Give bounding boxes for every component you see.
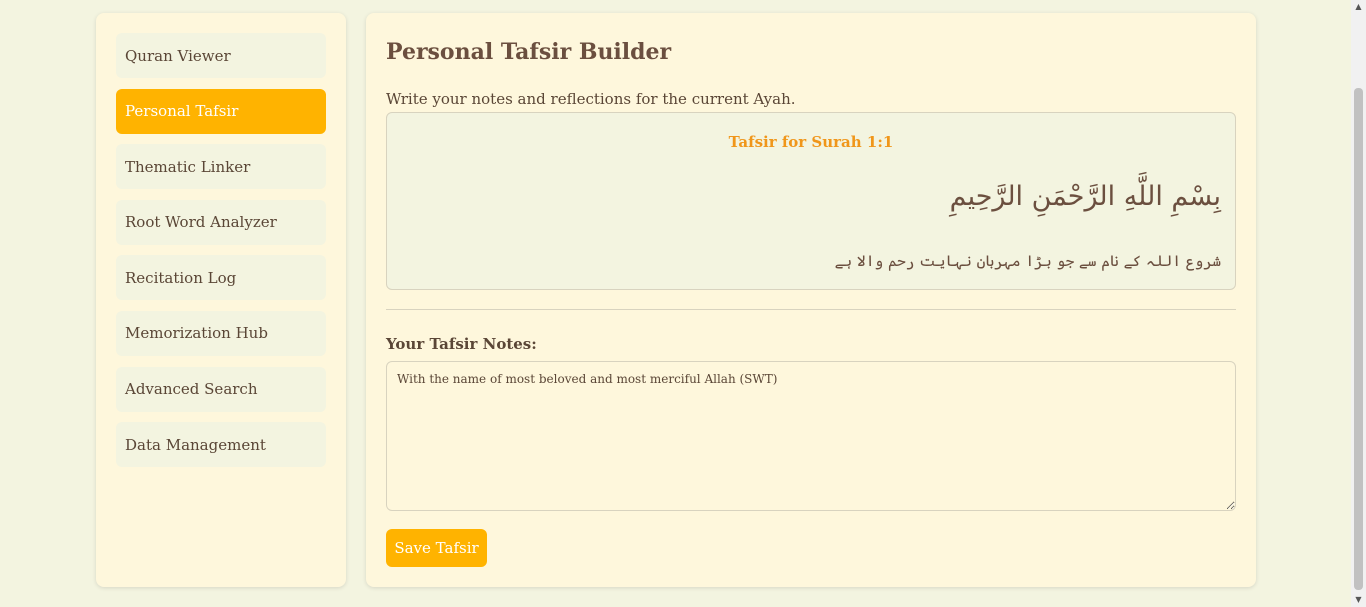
page-title: Personal Tafsir Builder	[386, 39, 672, 65]
sidebar-item-advanced-search[interactable]: Advanced Search	[116, 366, 326, 412]
notes-label: Your Tafsir Notes:	[386, 335, 537, 353]
scrollbar-thumb[interactable]	[1354, 88, 1363, 590]
scroll-down-arrow-icon[interactable]: ▼	[1351, 593, 1366, 607]
sidebar-item-recitation-log[interactable]: Recitation Log	[116, 255, 326, 301]
tafsir-notes-textarea[interactable]: With the name of most beloved and most m…	[386, 361, 1236, 511]
sidebar-item-data-management[interactable]: Data Management	[116, 422, 326, 468]
urdu-translation-text: شروع اللہ کے نام سے جو بڑا مہربان نہایت …	[834, 252, 1221, 270]
page-scrollbar[interactable]: ▲ ▼	[1351, 0, 1366, 607]
sidebar-item-thematic-linker[interactable]: Thematic Linker	[116, 144, 326, 190]
sidebar-item-memorization-hub[interactable]: Memorization Hub	[116, 310, 326, 356]
ayah-box: Tafsir for Surah 1:1 بِسْمِ اللَّهِ الرَ…	[386, 112, 1236, 290]
sidebar: Quran Viewer Personal Tafsir Thematic Li…	[96, 13, 346, 587]
main-panel: Personal Tafsir Builder Write your notes…	[366, 13, 1256, 587]
arabic-ayah-text: بِسْمِ اللَّهِ الرَّحْمَنِ الرَّحِيمِ	[949, 181, 1221, 212]
sidebar-item-root-word-analyzer[interactable]: Root Word Analyzer	[116, 199, 326, 245]
divider	[386, 309, 1236, 310]
save-tafsir-button[interactable]: Save Tafsir	[386, 529, 487, 567]
intro-text: Write your notes and reflections for the…	[386, 90, 796, 108]
sidebar-item-quran-viewer[interactable]: Quran Viewer	[116, 33, 326, 78]
ayah-heading: Tafsir for Surah 1:1	[728, 133, 894, 151]
scroll-up-arrow-icon[interactable]: ▲	[1351, 0, 1366, 14]
sidebar-item-personal-tafsir[interactable]: Personal Tafsir	[116, 88, 326, 134]
